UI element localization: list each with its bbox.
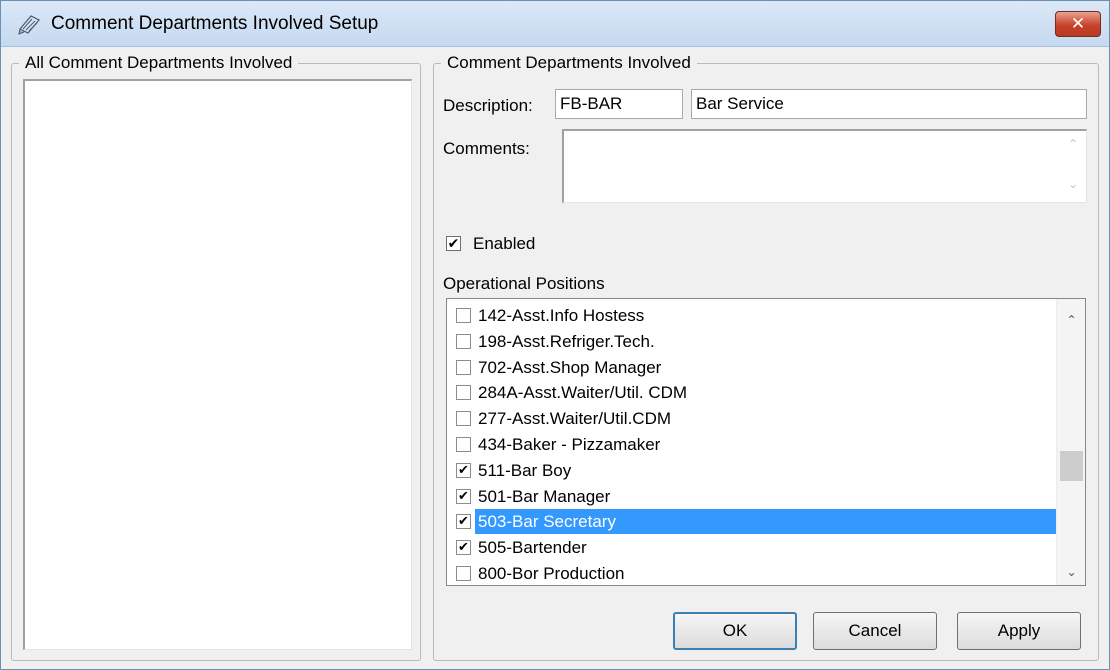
apply-button[interactable]: Apply	[957, 612, 1081, 650]
ok-button[interactable]: OK	[673, 612, 797, 650]
position-label: 511-Bar Boy	[478, 460, 572, 480]
position-item[interactable]: 284A-Asst.Waiter/Util. CDM	[455, 380, 1055, 405]
scroll-up-arrow-icon[interactable]: ⌃	[1058, 309, 1085, 331]
setup-window: Comment Departments Involved Setup ✕ All…	[0, 0, 1110, 670]
comments-label: Comments:	[443, 139, 530, 158]
position-checkbox[interactable]	[456, 566, 471, 581]
window-title: Comment Departments Involved Setup	[51, 13, 379, 34]
description-label: Description:	[443, 96, 533, 115]
position-item[interactable]: 277-Asst.Waiter/Util.CDM	[455, 406, 1055, 431]
position-label: 198-Asst.Refriger.Tech.	[478, 331, 655, 351]
position-label: 434-Baker - Pizzamaker	[478, 435, 661, 454]
position-label: 702-Asst.Shop Manager	[478, 357, 662, 377]
position-checkbox[interactable]	[456, 385, 471, 401]
close-button[interactable]: ✕	[1055, 11, 1101, 37]
position-checkbox[interactable]: ✔	[456, 462, 471, 478]
position-label: 800-Bor Production	[478, 564, 625, 583]
operational-positions-label: Operational Positions	[443, 274, 605, 293]
position-item[interactable]: 800-Bor Production	[455, 561, 1055, 585]
all-departments-legend: All Comment Departments Involved	[19, 53, 299, 73]
position-label: 277-Asst.Waiter/Util.CDM	[478, 409, 672, 429]
position-checkbox[interactable]: ✔	[456, 488, 471, 504]
position-item[interactable]: ✔ 501-Bar Manager	[455, 484, 1055, 509]
enabled-label[interactable]: Enabled	[473, 234, 535, 254]
description-name-field[interactable]: Bar Service	[691, 89, 1087, 119]
comments-field[interactable]: ⌃ ⌄	[562, 129, 1087, 203]
comments-scroll-down-icon[interactable]: ⌄	[1068, 177, 1078, 191]
position-checkbox[interactable]	[456, 308, 471, 323]
all-departments-list[interactable]	[23, 79, 412, 650]
scroll-thumb[interactable]	[1060, 451, 1083, 481]
position-checkbox[interactable]: ✔	[456, 540, 471, 556]
enabled-checkbox[interactable]: ✔	[446, 236, 461, 251]
scroll-down-arrow-icon[interactable]: ⌄	[1058, 561, 1085, 583]
description-code-field[interactable]: FB-BAR	[555, 89, 683, 119]
position-item[interactable]: ✔ 505-Bartender	[455, 535, 1055, 560]
position-item[interactable]: ✔ 511-Bar Boy	[455, 458, 1055, 483]
position-label: 142-Asst.Info Hostess	[478, 306, 645, 325]
cancel-button[interactable]: Cancel	[813, 612, 937, 650]
positions-scrollbar[interactable]: ⌃ ⌄	[1056, 299, 1085, 585]
comment-setup-icon	[18, 15, 40, 35]
departments-involved-legend: Comment Departments Involved	[441, 53, 697, 73]
position-item[interactable]: 702-Asst.Shop Manager	[455, 355, 1055, 380]
position-label: 503-Bar Secretary	[475, 509, 1061, 535]
position-item[interactable]: ✔ 503-Bar Secretary	[455, 509, 1061, 535]
position-label: 505-Bartender	[478, 538, 587, 558]
position-checkbox[interactable]: ✔	[456, 514, 471, 530]
position-checkbox[interactable]	[456, 359, 471, 375]
title-bar[interactable]: Comment Departments Involved Setup ✕	[1, 1, 1109, 47]
position-checkbox[interactable]	[456, 333, 471, 349]
position-checkbox[interactable]	[456, 437, 471, 452]
position-item[interactable]: 142-Asst.Info Hostess	[455, 303, 1055, 328]
position-item[interactable]: 198-Asst.Refriger.Tech.	[455, 329, 1055, 354]
operational-positions-list[interactable]: 142-Asst.Info Hostess 198-Asst.Refriger.T…	[446, 298, 1086, 586]
position-checkbox[interactable]	[456, 411, 471, 427]
position-label: 501-Bar Manager	[478, 486, 611, 506]
comments-scroll-up-icon[interactable]: ⌃	[1068, 137, 1078, 151]
position-item[interactable]: 434-Baker - Pizzamaker	[455, 432, 1055, 457]
position-label: 284A-Asst.Waiter/Util. CDM	[478, 383, 688, 403]
